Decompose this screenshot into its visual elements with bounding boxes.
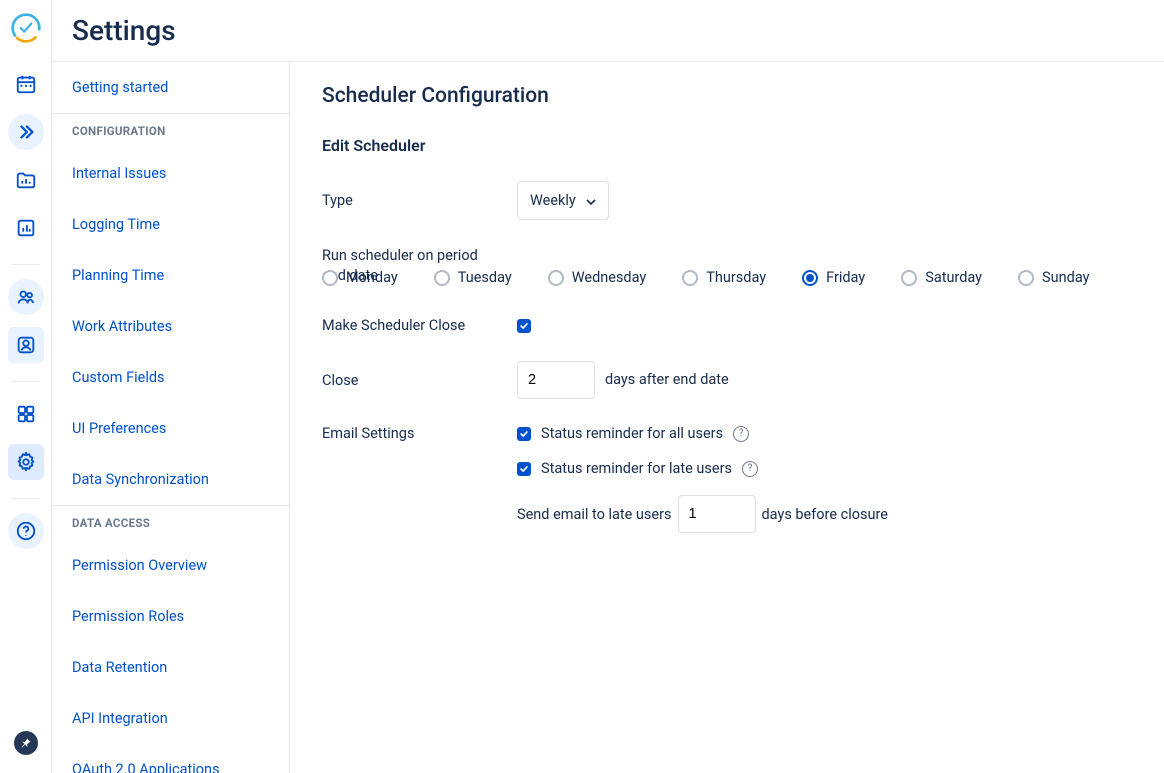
- type-select[interactable]: Weekly: [517, 181, 609, 220]
- page-title: Settings: [72, 14, 1164, 47]
- folder-chart-icon[interactable]: [8, 162, 44, 198]
- settings-gear-icon[interactable]: [8, 444, 44, 480]
- user-card-icon[interactable]: [8, 327, 44, 363]
- app-logo-icon[interactable]: [10, 12, 42, 44]
- email-settings-label: Email Settings: [322, 425, 517, 442]
- radio-tuesday[interactable]: Tuesday: [434, 269, 512, 286]
- nav-logging-time[interactable]: Logging Time: [52, 199, 289, 250]
- nav-planning-time[interactable]: Planning Time: [52, 250, 289, 301]
- type-label: Type: [322, 192, 517, 209]
- help-icon[interactable]: ?: [742, 461, 758, 477]
- calendar-icon[interactable]: [8, 66, 44, 102]
- page-header: Settings: [52, 0, 1164, 62]
- nav-ui-preferences[interactable]: UI Preferences: [52, 403, 289, 454]
- day-radio-group: Monday Tuesday Wednesday Thursday Friday…: [322, 269, 1132, 286]
- close-label: Close: [322, 372, 517, 389]
- nav-work-attributes[interactable]: Work Attributes: [52, 301, 289, 352]
- status-all-label: Status reminder for all users: [541, 425, 723, 442]
- status-late-label: Status reminder for late users: [541, 460, 732, 477]
- pin-icon[interactable]: [14, 731, 38, 755]
- radio-wednesday[interactable]: Wednesday: [548, 269, 647, 286]
- radio-thursday[interactable]: Thursday: [682, 269, 766, 286]
- nav-section-configuration: CONFIGURATION: [52, 114, 289, 148]
- status-late-checkbox[interactable]: [517, 462, 531, 476]
- chart-icon[interactable]: [8, 210, 44, 246]
- nav-api-integration[interactable]: API Integration: [52, 693, 289, 744]
- nav-data-synchronization[interactable]: Data Synchronization: [52, 454, 289, 505]
- scheduler-panel: Scheduler Configuration Edit Scheduler T…: [290, 62, 1164, 773]
- nav-permission-overview[interactable]: Permission Overview: [52, 540, 289, 591]
- status-all-checkbox[interactable]: [517, 427, 531, 441]
- nav-custom-fields[interactable]: Custom Fields: [52, 352, 289, 403]
- radio-monday[interactable]: Monday: [322, 269, 398, 286]
- send-suffix: days before closure: [762, 506, 888, 523]
- close-days-input[interactable]: [517, 361, 595, 399]
- make-close-label: Make Scheduler Close: [322, 317, 517, 334]
- apps-icon[interactable]: [8, 396, 44, 432]
- radio-saturday[interactable]: Saturday: [901, 269, 982, 286]
- nav-permission-roles[interactable]: Permission Roles: [52, 591, 289, 642]
- panel-title: Scheduler Configuration: [322, 84, 1132, 108]
- radio-sunday[interactable]: Sunday: [1018, 269, 1089, 286]
- nav-oauth[interactable]: OAuth 2.0 Applications: [52, 744, 289, 773]
- help-icon[interactable]: [8, 513, 44, 549]
- nav-data-retention[interactable]: Data Retention: [52, 642, 289, 693]
- radio-friday[interactable]: Friday: [802, 269, 865, 286]
- help-icon[interactable]: ?: [733, 426, 749, 442]
- nav-internal-issues[interactable]: Internal Issues: [52, 148, 289, 199]
- chevron-down-icon: [586, 192, 596, 209]
- icon-rail: [0, 0, 52, 773]
- close-suffix: days after end date: [605, 371, 729, 388]
- panel-subtitle: Edit Scheduler: [322, 136, 1132, 155]
- settings-nav: Getting started CONFIGURATION Internal I…: [52, 62, 290, 773]
- send-days-input[interactable]: [678, 495, 756, 533]
- expand-icon[interactable]: [8, 114, 44, 150]
- nav-section-data-access: DATA ACCESS: [52, 506, 289, 540]
- send-prefix: Send email to late users: [517, 506, 672, 523]
- make-close-checkbox[interactable]: [517, 319, 531, 333]
- teams-icon[interactable]: [8, 279, 44, 315]
- type-select-value: Weekly: [530, 192, 576, 209]
- nav-getting-started[interactable]: Getting started: [52, 62, 289, 113]
